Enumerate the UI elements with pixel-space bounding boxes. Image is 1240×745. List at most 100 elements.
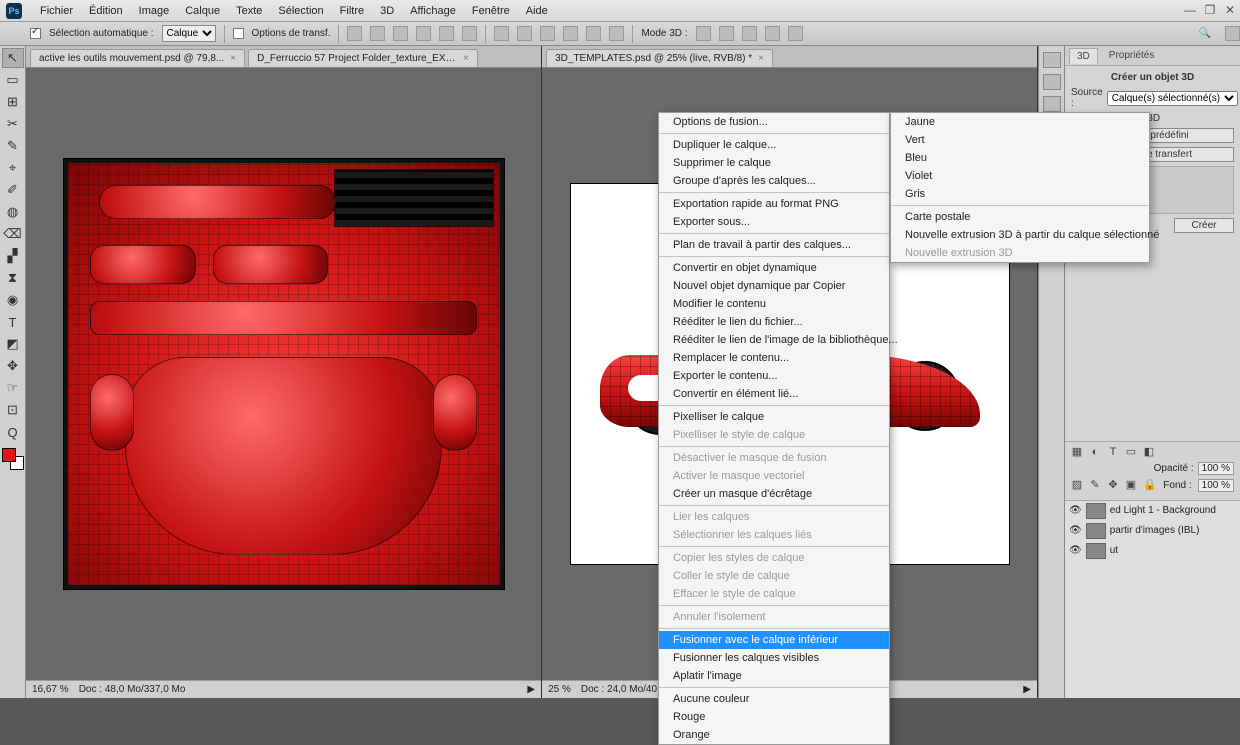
fill-value[interactable]: 100 % xyxy=(1198,479,1234,492)
mode3d-orbit-icon[interactable] xyxy=(696,26,711,41)
lock-pixels-icon[interactable]: ✎ xyxy=(1089,479,1101,491)
transform-controls-checkbox[interactable] xyxy=(233,28,244,39)
panel-tab-properties[interactable]: Propriétés xyxy=(1102,48,1162,63)
tool-13[interactable]: ◩ xyxy=(2,334,24,354)
menu-item[interactable]: Bleu xyxy=(891,149,1149,167)
tool-16[interactable]: ⊡ xyxy=(2,400,24,420)
mode3d-pan-icon[interactable] xyxy=(742,26,757,41)
menu-item[interactable]: Gris xyxy=(891,185,1149,203)
menu-item[interactable]: Exporter sous... xyxy=(659,213,889,231)
menu-item[interactable]: Rééditer le lien du fichier... xyxy=(659,313,889,331)
menu-item[interactable]: Rééditer le lien de l'image de la biblio… xyxy=(659,331,889,349)
align-top-icon[interactable] xyxy=(347,26,362,41)
tool-8[interactable]: ⌫ xyxy=(2,224,24,244)
layer-row[interactable]: 👁partir d'images (IBL) xyxy=(1065,521,1240,541)
distribute-right-icon[interactable] xyxy=(609,26,624,41)
tool-0[interactable]: ↖ xyxy=(2,48,24,68)
collapsed-panel-icon[interactable] xyxy=(1043,96,1061,112)
mode3d-slide-icon[interactable] xyxy=(765,26,780,41)
menu-item[interactable]: Modifier le contenu xyxy=(659,295,889,313)
source-dropdown[interactable]: Calque(s) sélectionné(s) xyxy=(1107,91,1238,106)
menu-item[interactable]: Carte postale xyxy=(891,208,1149,226)
menu-item[interactable]: Groupe d'après les calques... xyxy=(659,172,889,190)
close-icon[interactable]: × xyxy=(230,53,236,64)
menu-image[interactable]: Image xyxy=(131,2,178,20)
menu-item[interactable]: Plan de travail à partir des calques... xyxy=(659,236,889,254)
align-hcenter-icon[interactable] xyxy=(439,26,454,41)
filter-smart-icon[interactable]: ◧ xyxy=(1143,446,1155,458)
align-right-icon[interactable] xyxy=(462,26,477,41)
document-tab[interactable]: 3D_TEMPLATES.psd @ 25% (live, RVB/8) *× xyxy=(546,49,773,67)
menu-3d[interactable]: 3D xyxy=(372,2,402,20)
color-swatches[interactable] xyxy=(2,448,24,470)
zoom-display-right[interactable]: 25 % xyxy=(548,684,571,695)
layer-row[interactable]: 👁ed Light 1 - Background xyxy=(1065,501,1240,521)
tool-15[interactable]: ☞ xyxy=(2,378,24,398)
distribute-vcenter-icon[interactable] xyxy=(517,26,532,41)
visibility-eye-icon[interactable]: 👁 xyxy=(1069,545,1082,556)
menu-item[interactable]: Créer un masque d'écrêtage xyxy=(659,485,889,503)
tool-5[interactable]: ⌖ xyxy=(2,158,24,178)
arrange-documents-icon[interactable] xyxy=(1225,26,1240,41)
close-icon[interactable]: × xyxy=(758,53,764,64)
lock-transparency-icon[interactable]: ▨ xyxy=(1071,479,1083,491)
menu-item[interactable]: Convertir en objet dynamique xyxy=(659,259,889,277)
panel-tab-3d[interactable]: 3D xyxy=(1069,48,1098,64)
menu-item[interactable]: Exportation rapide au format PNG xyxy=(659,195,889,213)
tool-7[interactable]: ◍ xyxy=(2,202,24,222)
create-button[interactable]: Créer xyxy=(1174,218,1234,233)
menu-item[interactable]: Remplacer le contenu... xyxy=(659,349,889,367)
menu-affichage[interactable]: Affichage xyxy=(402,2,464,20)
document-tab[interactable]: D_Ferruccio 57 Project Folder_texture_EX… xyxy=(248,49,478,67)
distribute-hcenter-icon[interactable] xyxy=(586,26,601,41)
menu-sélection[interactable]: Sélection xyxy=(270,2,331,20)
mode3d-scale-icon[interactable] xyxy=(788,26,803,41)
menu-item[interactable]: Pixelliser le calque xyxy=(659,408,889,426)
close-button[interactable]: ✕ xyxy=(1220,2,1240,20)
document-tab[interactable]: active les outils mouvement.psd @ 79,8..… xyxy=(30,49,245,67)
tool-14[interactable]: ✥ xyxy=(2,356,24,376)
tool-3[interactable]: ✂ xyxy=(2,114,24,134)
menu-item[interactable]: Rouge xyxy=(659,708,889,726)
canvas-left[interactable] xyxy=(26,68,541,680)
menu-fenêtre[interactable]: Fenêtre xyxy=(464,2,518,20)
menu-item[interactable]: Fusionner avec le calque inférieur xyxy=(659,631,889,649)
zoom-display-left[interactable]: 16,67 % xyxy=(32,684,69,695)
menu-fichier[interactable]: Fichier xyxy=(32,2,81,20)
menu-aide[interactable]: Aide xyxy=(518,2,556,20)
layer-context-submenu[interactable]: JauneVertBleuVioletGrisCarte postaleNouv… xyxy=(890,112,1150,263)
tool-9[interactable]: ▞ xyxy=(2,246,24,266)
visibility-eye-icon[interactable]: 👁 xyxy=(1069,525,1082,536)
opacity-value[interactable]: 100 % xyxy=(1198,462,1234,475)
filter-pixel-icon[interactable]: ▦ xyxy=(1071,446,1083,458)
tool-6[interactable]: ✐ xyxy=(2,180,24,200)
mode3d-roll-icon[interactable] xyxy=(719,26,734,41)
align-vmiddle-icon[interactable] xyxy=(370,26,385,41)
auto-select-checkbox[interactable] xyxy=(30,28,41,39)
menu-item[interactable]: Fusionner les calques visibles xyxy=(659,649,889,667)
menu-item[interactable]: Supprimer le calque xyxy=(659,154,889,172)
distribute-left-icon[interactable] xyxy=(563,26,578,41)
layer-row[interactable]: 👁ut xyxy=(1065,541,1240,561)
menu-item[interactable]: Jaune xyxy=(891,113,1149,131)
minimize-button[interactable]: — xyxy=(1180,2,1200,20)
search-icon[interactable]: 🔍 xyxy=(1199,28,1211,39)
menu-item[interactable]: Options de fusion... xyxy=(659,113,889,131)
layer-context-menu[interactable]: Options de fusion...Dupliquer le calque.… xyxy=(658,112,890,745)
close-icon[interactable]: × xyxy=(463,53,469,64)
lock-all-icon[interactable]: 🔒 xyxy=(1143,479,1155,491)
align-left-icon[interactable] xyxy=(416,26,431,41)
filter-type-icon[interactable]: T xyxy=(1107,446,1119,458)
auto-select-target-dropdown[interactable]: Calque xyxy=(162,25,216,42)
filter-shape-icon[interactable]: ▭ xyxy=(1125,446,1137,458)
distribute-top-icon[interactable] xyxy=(494,26,509,41)
tool-11[interactable]: ◉ xyxy=(2,290,24,310)
collapsed-panel-icon[interactable] xyxy=(1043,52,1061,68)
menu-item[interactable]: Nouvelle extrusion 3D à partir du calque… xyxy=(891,226,1149,244)
menu-item[interactable]: Aplatir l'image xyxy=(659,667,889,685)
menu-item[interactable]: Violet xyxy=(891,167,1149,185)
align-bottom-icon[interactable] xyxy=(393,26,408,41)
menu-item[interactable]: Orange xyxy=(659,726,889,744)
visibility-eye-icon[interactable]: 👁 xyxy=(1069,505,1082,516)
menu-calque[interactable]: Calque xyxy=(177,2,228,20)
